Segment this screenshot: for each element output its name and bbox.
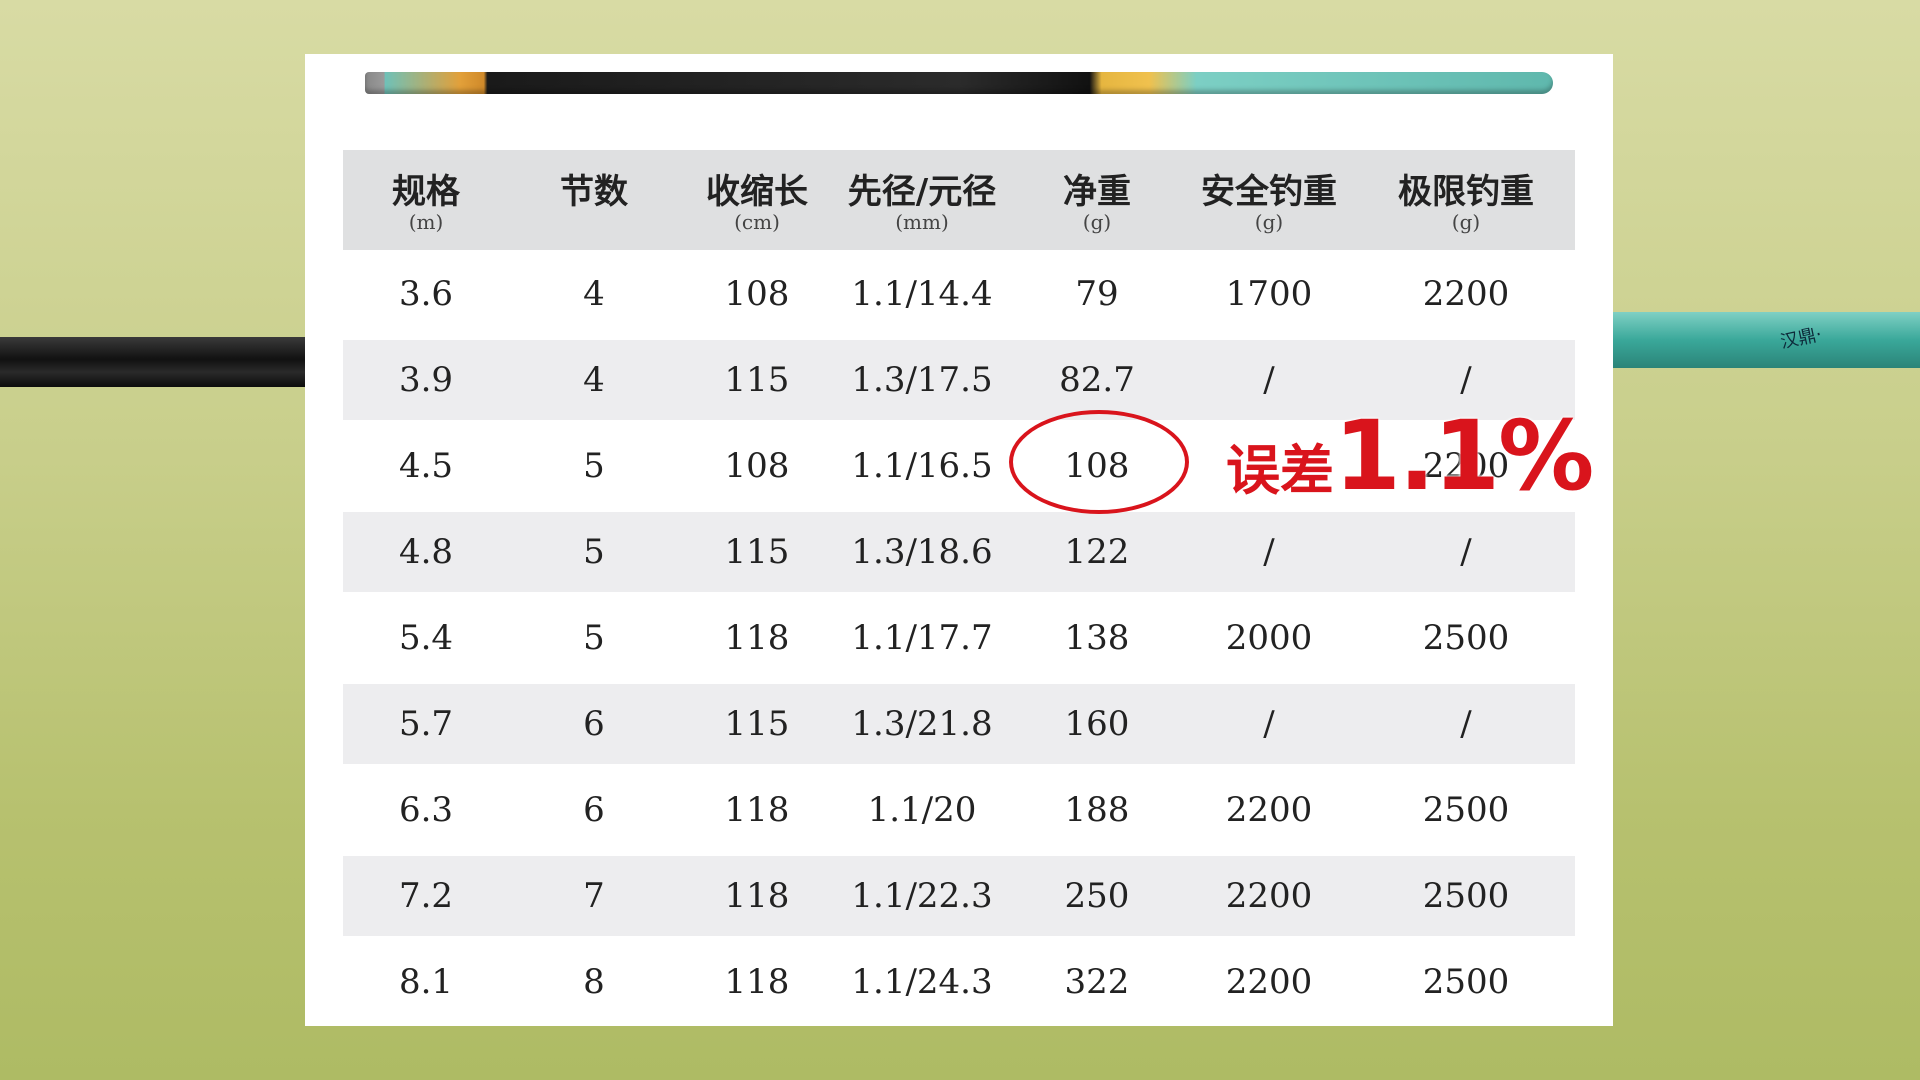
column-header: 先径/元径 — [837, 164, 1007, 213]
table-cell: 79 — [1007, 254, 1187, 334]
table-cell: 2500 — [1376, 856, 1556, 936]
table-cell: 118 — [667, 942, 847, 1022]
highlight-circle — [1009, 410, 1189, 514]
table-cell: 322 — [1007, 942, 1187, 1022]
table-cell: 6 — [504, 770, 684, 850]
table-cell: 7.2 — [336, 856, 516, 936]
table-cell: 2200 — [1179, 770, 1359, 850]
column-header: 净重 — [1012, 164, 1182, 213]
column-unit: (m) — [341, 210, 511, 234]
column-unit: (g) — [1012, 210, 1182, 234]
table-row: 3.641081.1/14.47917002200 — [343, 254, 1575, 334]
table-cell: 115 — [667, 684, 847, 764]
table-cell: 1.3/17.5 — [832, 340, 1012, 420]
table-cell: 118 — [667, 770, 847, 850]
table-row: 5.761151.3/21.8160// — [343, 684, 1575, 764]
table-cell: 8.1 — [336, 942, 516, 1022]
spec-panel: 规格(m)节数收缩长(cm)先径/元径(mm)净重(g)安全钓重(g)极限钓重(… — [305, 54, 1613, 1026]
table-cell: 138 — [1007, 598, 1187, 678]
table-cell: 4.5 — [336, 426, 516, 506]
table-cell: 2500 — [1376, 770, 1556, 850]
table-cell: 2200 — [1179, 942, 1359, 1022]
table-cell: 1.1/24.3 — [832, 942, 1012, 1022]
table-cell: 5.4 — [336, 598, 516, 678]
table-cell: 5 — [504, 598, 684, 678]
column-header: 收缩长 — [672, 164, 842, 213]
fishing-rod-image — [365, 72, 1553, 94]
table-cell: 1.1/22.3 — [832, 856, 1012, 936]
table-cell: 2200 — [1376, 254, 1556, 334]
table-cell: 5 — [504, 426, 684, 506]
column-header: 安全钓重 — [1184, 164, 1354, 213]
table-cell: 1700 — [1179, 254, 1359, 334]
table-cell: 115 — [667, 512, 847, 592]
table-cell: 2000 — [1179, 598, 1359, 678]
table-header: 规格(m)节数收缩长(cm)先径/元径(mm)净重(g)安全钓重(g)极限钓重(… — [343, 150, 1575, 250]
table-cell: 122 — [1007, 512, 1187, 592]
fishing-rod-left — [0, 337, 310, 387]
table-cell: 118 — [667, 856, 847, 936]
table-cell: 1.3/21.8 — [832, 684, 1012, 764]
column-header: 极限钓重 — [1381, 164, 1551, 213]
table-cell: 4.8 — [336, 512, 516, 592]
table-cell: / — [1376, 684, 1556, 764]
column-unit: (g) — [1184, 210, 1354, 234]
table-cell: / — [1376, 512, 1556, 592]
table-cell: / — [1179, 684, 1359, 764]
table-cell: 1.1/14.4 — [832, 254, 1012, 334]
table-row: 4.851151.3/18.6122// — [343, 512, 1575, 592]
table-cell: 5.7 — [336, 684, 516, 764]
table-cell: 2200 — [1179, 856, 1359, 936]
table-row: 7.271181.1/22.325022002500 — [343, 856, 1575, 936]
error-annotation: 误差1.1% — [1226, 400, 1592, 512]
table-cell: 3.9 — [336, 340, 516, 420]
table-cell: 1.3/18.6 — [832, 512, 1012, 592]
table-cell: 118 — [667, 598, 847, 678]
table-cell: 6.3 — [336, 770, 516, 850]
column-header: 规格 — [341, 164, 511, 213]
table-row: 8.181181.1/24.332222002500 — [343, 942, 1575, 1022]
table-cell: 3.6 — [336, 254, 516, 334]
column-unit: (cm) — [672, 210, 842, 234]
table-row: 6.361181.1/2018822002500 — [343, 770, 1575, 850]
table-cell: 188 — [1007, 770, 1187, 850]
column-unit: (g) — [1381, 210, 1551, 234]
table-cell: 4 — [504, 340, 684, 420]
error-label: 误差 — [1226, 439, 1334, 502]
fishing-rod-right: 汉鼎· — [1600, 312, 1920, 368]
table-cell: 2500 — [1376, 942, 1556, 1022]
table-cell: 1.1/17.7 — [832, 598, 1012, 678]
table-cell: 108 — [667, 254, 847, 334]
table-cell: / — [1179, 512, 1359, 592]
table-cell: 160 — [1007, 684, 1187, 764]
table-cell: 108 — [667, 426, 847, 506]
table-cell: 5 — [504, 512, 684, 592]
table-cell: 250 — [1007, 856, 1187, 936]
table-cell: 8 — [504, 942, 684, 1022]
table-cell: 82.7 — [1007, 340, 1187, 420]
table-cell: 1.1/20 — [832, 770, 1012, 850]
table-cell: 7 — [504, 856, 684, 936]
table-cell: 4 — [504, 254, 684, 334]
column-header: 节数 — [509, 164, 679, 213]
column-unit: (mm) — [837, 210, 1007, 234]
table-cell: 115 — [667, 340, 847, 420]
table-cell: 1.1/16.5 — [832, 426, 1012, 506]
table-cell: 2500 — [1376, 598, 1556, 678]
rod-brand-text: 汉鼎· — [1778, 320, 1824, 354]
table-row: 5.451181.1/17.713820002500 — [343, 598, 1575, 678]
table-cell: 6 — [504, 684, 684, 764]
error-value: 1.1% — [1334, 400, 1592, 512]
